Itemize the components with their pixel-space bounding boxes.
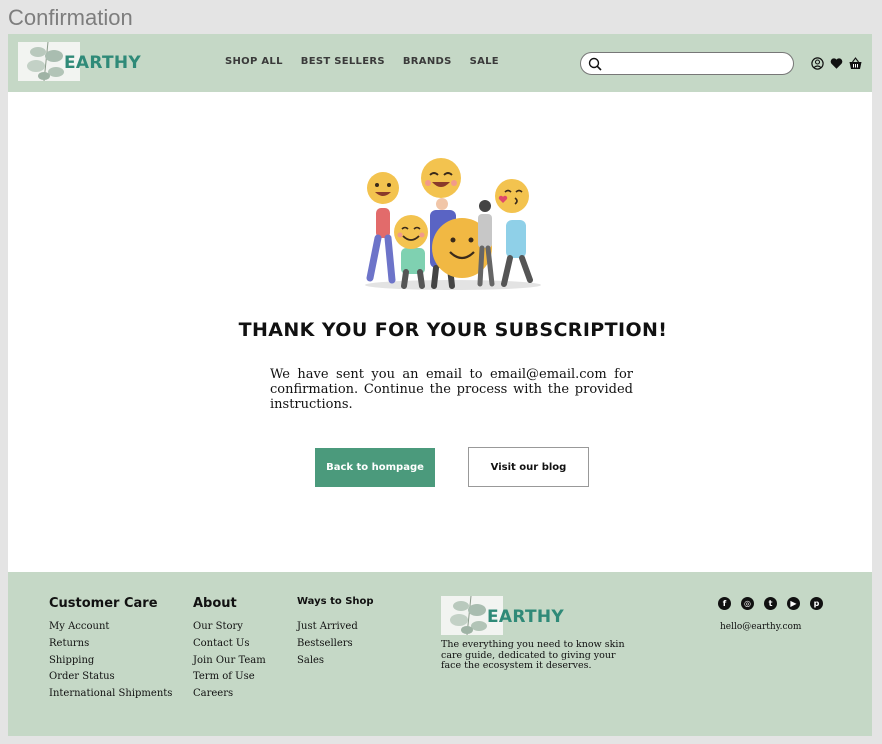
social-links: f ◎ t ▶ p	[718, 597, 823, 610]
nav-shop-all[interactable]: SHOP ALL	[225, 56, 283, 67]
nav-best-sellers[interactable]: BEST SELLERS	[301, 56, 385, 67]
main-nav: SHOP ALL BEST SELLERS BRANDS SALE	[225, 56, 499, 67]
logo-text: EARTHY	[64, 53, 142, 73]
pinterest-icon[interactable]: p	[810, 597, 823, 610]
back-to-homepage-button[interactable]: Back to hompage	[315, 448, 435, 487]
footer-link-shipping[interactable]: Shipping	[49, 653, 172, 670]
nav-sale[interactable]: SALE	[470, 56, 499, 67]
footer-link-our-story[interactable]: Our Story	[193, 619, 266, 636]
footer-link-bestsellers[interactable]: Bestsellers	[297, 636, 374, 653]
footer-link-international-shipments[interactable]: International Shipments	[49, 686, 172, 703]
footer-logo-text: EARTHY	[487, 607, 565, 627]
footer-email[interactable]: hello@earthy.com	[720, 622, 801, 632]
footer-link-just-arrived[interactable]: Just Arrived	[297, 619, 374, 636]
site-logo[interactable]: EARTHY	[18, 42, 142, 82]
confirmation-message: We have sent you an email to email@email…	[270, 367, 633, 412]
footer-link-term-of-use[interactable]: Term of Use	[193, 669, 266, 686]
footer-column-ways-to-shop: Ways to Shop Just Arrived Bestsellers Sa…	[297, 596, 374, 669]
youtube-icon[interactable]: ▶	[787, 597, 800, 610]
instagram-icon[interactable]: ◎	[741, 597, 754, 610]
facebook-icon[interactable]: f	[718, 597, 731, 610]
footer-tagline: The everything you need to know skin car…	[441, 639, 625, 671]
happy-people-illustration	[358, 158, 548, 294]
page-heading: THANK YOU FOR YOUR SUBSCRIPTION!	[238, 319, 668, 341]
header-icons	[811, 55, 862, 70]
footer-heading: About	[193, 596, 237, 611]
footer-link-contact-us[interactable]: Contact Us	[193, 636, 266, 653]
footer-link-sales[interactable]: Sales	[297, 653, 374, 670]
footer-column-customer-care: Customer Care My Account Returns Shippin…	[49, 596, 172, 703]
footer-link-order-status[interactable]: Order Status	[49, 669, 172, 686]
window-title: Confirmation	[8, 5, 133, 30]
site-header: EARTHY SHOP ALL BEST SELLERS BRANDS SALE	[8, 34, 872, 92]
footer-heading: Customer Care	[49, 596, 158, 611]
page: EARTHY SHOP ALL BEST SELLERS BRANDS SALE	[8, 34, 872, 736]
footer-link-my-account[interactable]: My Account	[49, 619, 172, 636]
footer-column-about: About Our Story Contact Us Join Our Team…	[193, 596, 266, 703]
twitter-icon[interactable]: t	[764, 597, 777, 610]
nav-brands[interactable]: BRANDS	[403, 56, 452, 67]
footer-heading: Ways to Shop	[297, 596, 374, 607]
user-icon[interactable]	[811, 55, 824, 70]
footer-logo[interactable]: EARTHY	[441, 596, 565, 636]
heart-icon[interactable]	[830, 55, 843, 69]
search-bar[interactable]	[580, 52, 794, 75]
search-input[interactable]	[607, 55, 791, 74]
search-icon	[588, 57, 602, 71]
basket-icon[interactable]	[849, 55, 862, 69]
footer-link-returns[interactable]: Returns	[49, 636, 172, 653]
confirmation-section: THANK YOU FOR YOUR SUBSCRIPTION! We have…	[8, 92, 872, 572]
footer-link-join-our-team[interactable]: Join Our Team	[193, 653, 266, 670]
footer-link-careers[interactable]: Careers	[193, 686, 266, 703]
visit-blog-button[interactable]: Visit our blog	[468, 447, 589, 487]
site-footer: Customer Care My Account Returns Shippin…	[8, 572, 872, 736]
